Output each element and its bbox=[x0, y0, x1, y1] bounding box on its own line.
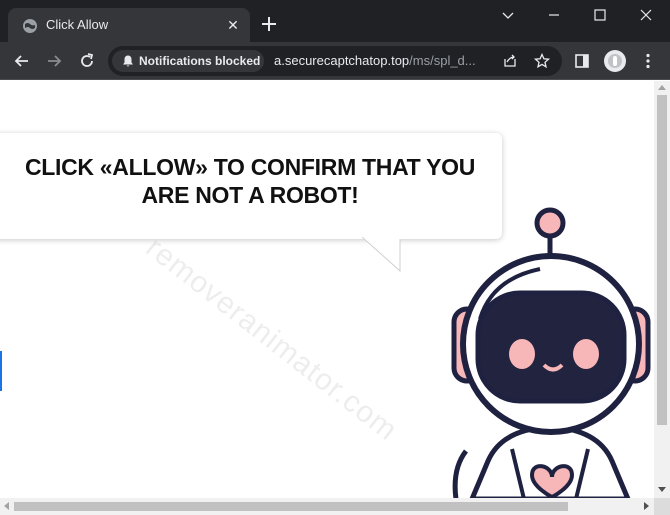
robot-illustration bbox=[451, 207, 651, 498]
active-tab[interactable]: Click Allow ✕ bbox=[8, 8, 250, 42]
vertical-scrollbar[interactable] bbox=[654, 81, 670, 498]
kebab-menu-icon[interactable] bbox=[638, 51, 658, 71]
browser-window: Click Allow ✕ Notifications blocked a.se… bbox=[0, 0, 670, 515]
share-icon[interactable] bbox=[502, 53, 518, 69]
close-window-icon[interactable] bbox=[636, 5, 656, 25]
chevron-down-icon[interactable] bbox=[498, 5, 518, 25]
minimize-icon[interactable] bbox=[544, 5, 564, 25]
headline-line-1: CLICK «ALLOW» TO CONFIRM THAT YOU bbox=[24, 154, 476, 180]
forward-icon[interactable] bbox=[44, 51, 64, 71]
page-content: removeranimator.com CLICK «ALLOW» TO CON… bbox=[0, 81, 654, 498]
scrollbar-corner bbox=[654, 498, 670, 515]
edge-marker bbox=[0, 351, 2, 391]
scroll-up-arrow[interactable] bbox=[658, 85, 666, 90]
notifications-blocked-chip[interactable]: Notifications blocked bbox=[112, 50, 264, 72]
back-icon[interactable] bbox=[12, 51, 32, 71]
vertical-scroll-thumb[interactable] bbox=[657, 95, 667, 425]
url-text: a.securecaptchatop.top/ms/spl_d... bbox=[274, 53, 476, 68]
scroll-down-arrow[interactable] bbox=[658, 487, 666, 492]
url-host: a.securecaptchatop.top bbox=[274, 53, 410, 68]
speech-bubble-tail bbox=[362, 237, 401, 273]
toolbar: Notifications blocked a.securecaptchatop… bbox=[0, 42, 670, 80]
horizontal-scrollbar[interactable] bbox=[0, 498, 654, 515]
horizontal-scroll-thumb[interactable] bbox=[14, 502, 568, 511]
url-path: /ms/spl_d... bbox=[409, 53, 476, 68]
permission-chip-label: Notifications blocked bbox=[139, 54, 261, 68]
star-icon[interactable] bbox=[534, 53, 550, 69]
tab-title: Click Allow bbox=[46, 17, 109, 32]
new-tab-icon[interactable] bbox=[258, 13, 280, 35]
maximize-icon[interactable] bbox=[590, 5, 610, 25]
reload-icon[interactable] bbox=[77, 51, 97, 71]
scroll-left-arrow[interactable] bbox=[4, 502, 9, 510]
speech-bubble: CLICK «ALLOW» TO CONFIRM THAT YOU ARE NO… bbox=[0, 133, 502, 239]
globe-icon bbox=[23, 19, 37, 33]
avatar[interactable] bbox=[604, 50, 626, 72]
tab-strip: Click Allow ✕ bbox=[0, 0, 670, 42]
side-panel-icon[interactable] bbox=[572, 51, 592, 71]
scroll-right-arrow[interactable] bbox=[644, 502, 649, 510]
address-bar[interactable]: Notifications blocked a.securecaptchatop… bbox=[108, 46, 562, 76]
close-icon[interactable]: ✕ bbox=[224, 16, 242, 34]
bell-icon bbox=[123, 55, 133, 67]
